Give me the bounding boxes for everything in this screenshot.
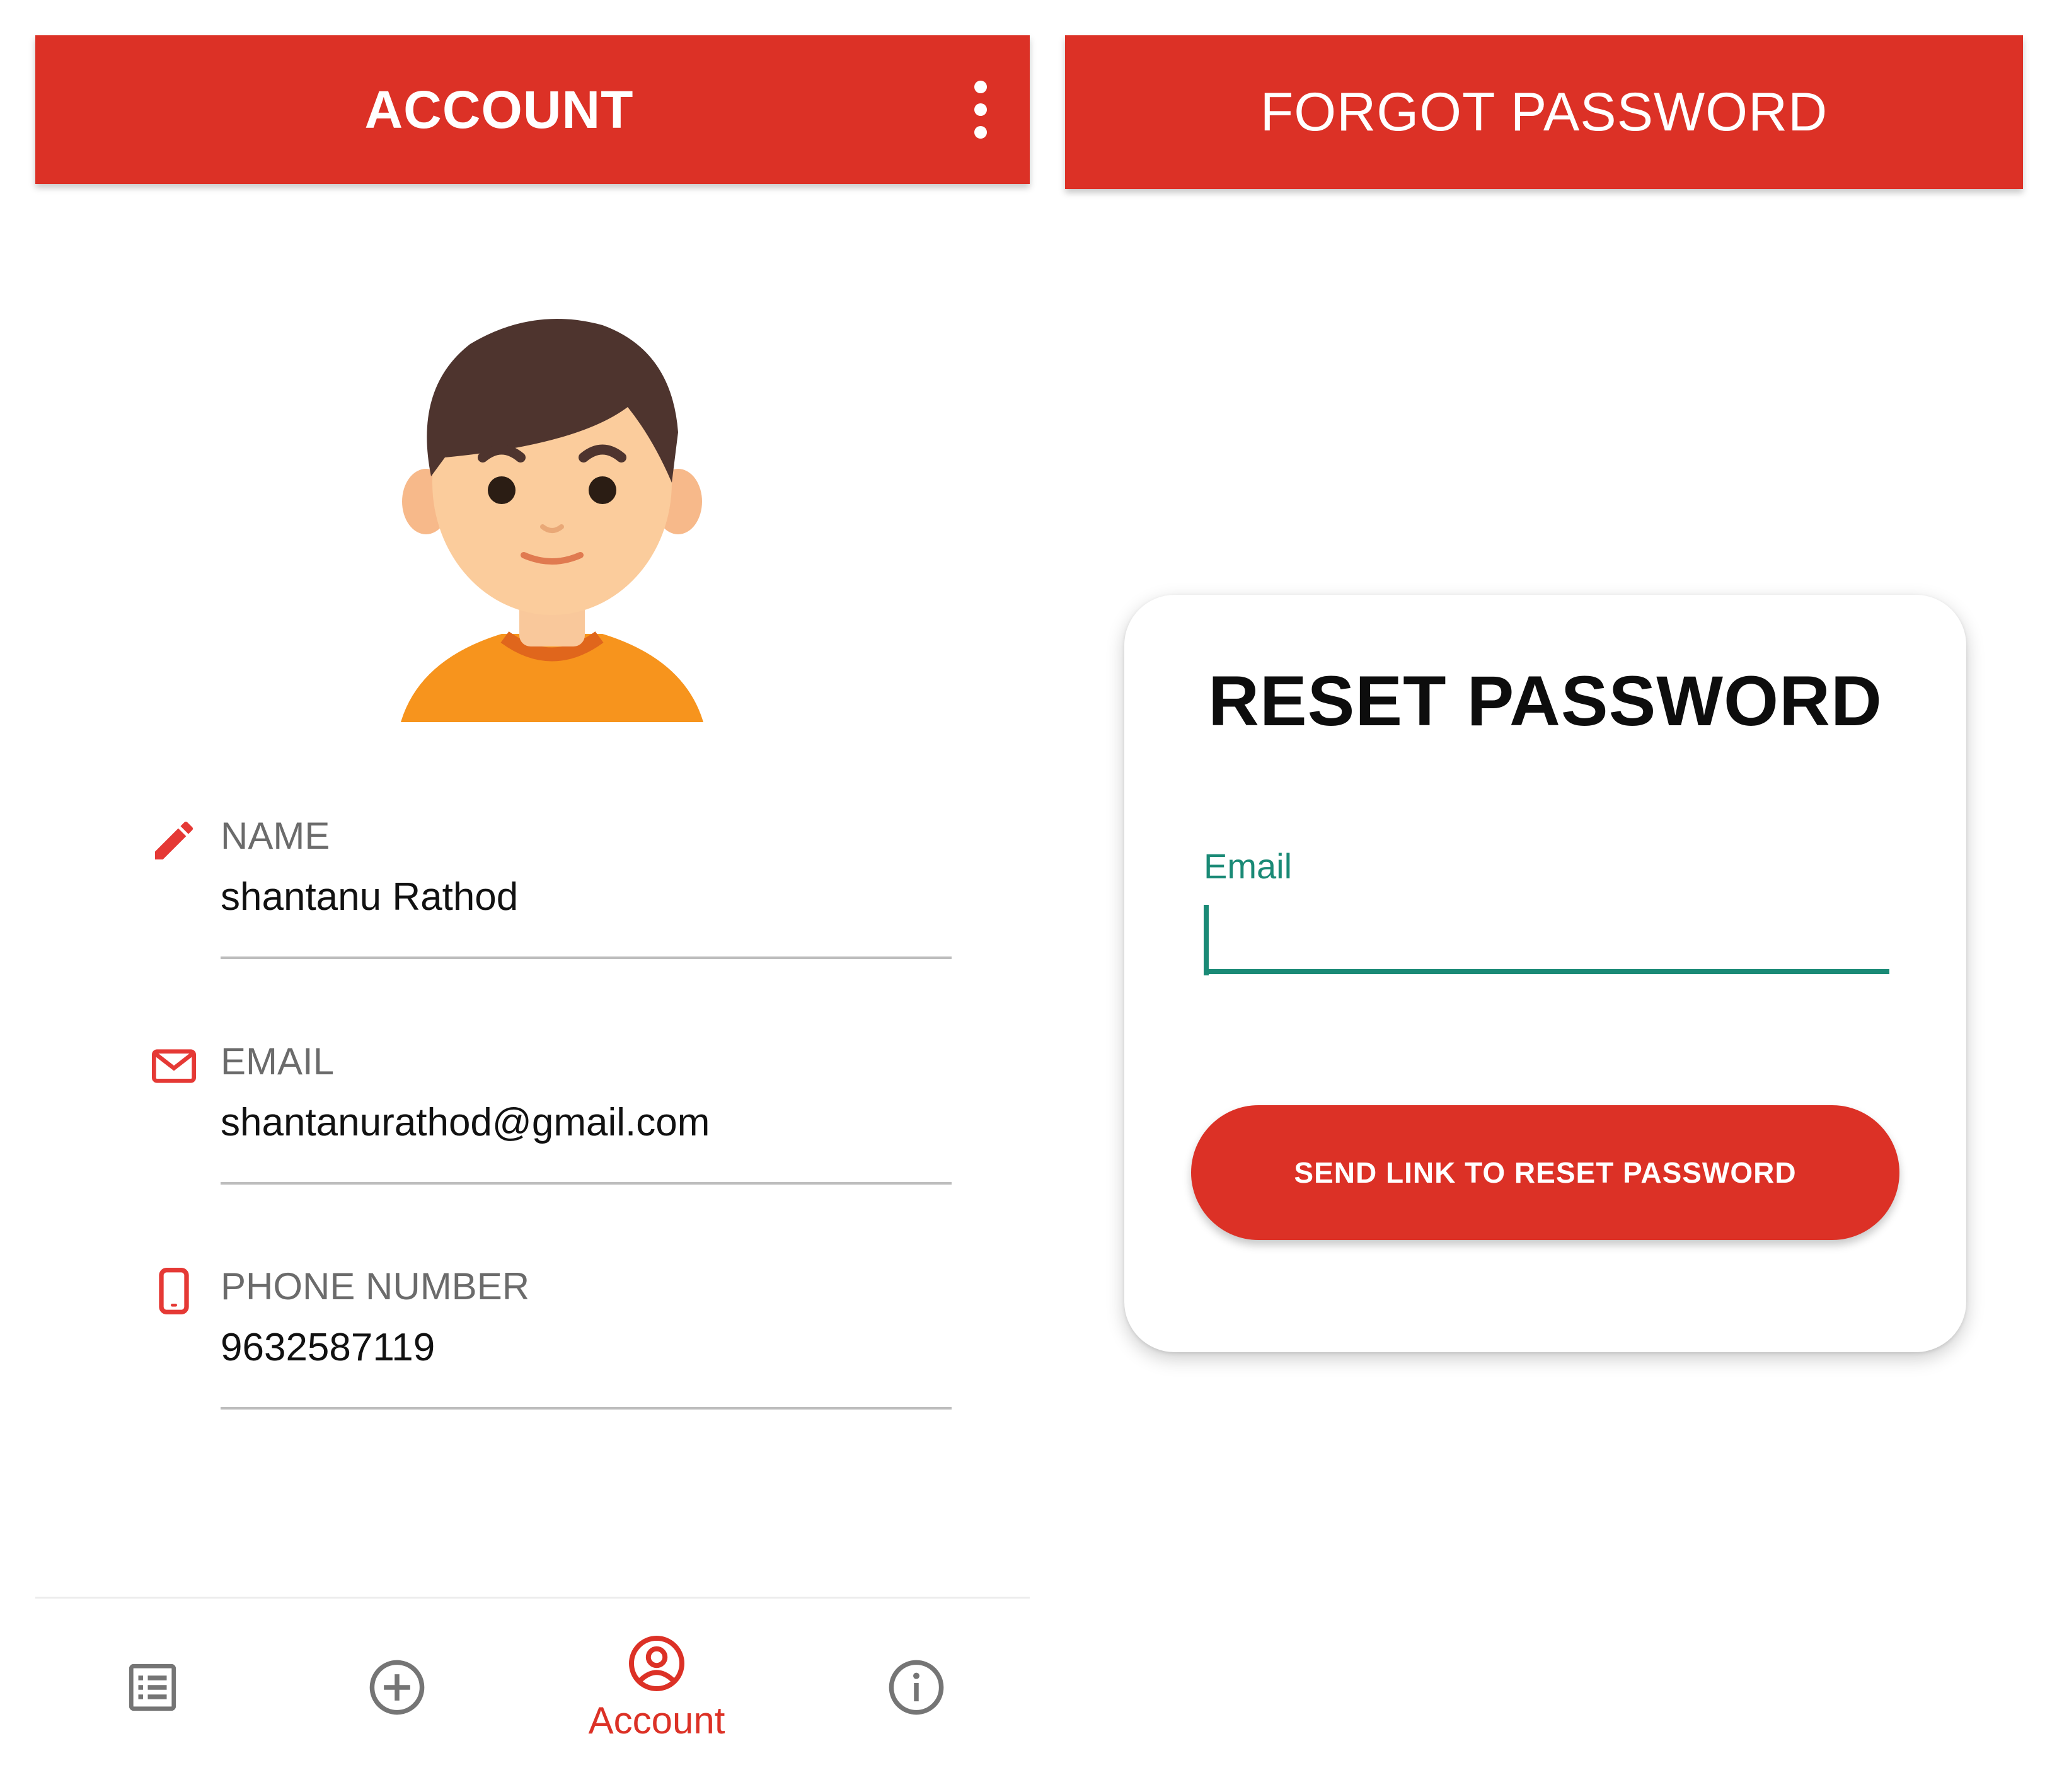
name-value: shantanu Rathod [221,875,519,919]
list-icon [129,1663,176,1711]
divider [221,956,952,959]
card-title: RESET PASSWORD [1208,662,1882,740]
phone-icon [159,1268,189,1314]
account-circle-icon [629,1635,684,1691]
account-app-bar: ACCOUNT [35,35,1030,184]
page-title: ACCOUNT [364,79,634,139]
email-label: EMAIL [221,1040,335,1083]
divider [221,1182,952,1185]
email-field[interactable]: EMAIL shantanurathod@gmail.com [149,1040,987,1186]
nav-item-info[interactable] [822,1599,1011,1776]
name-field[interactable]: NAME shantanu Rathod [149,815,987,960]
nav-item-account-label: Account [588,1699,725,1742]
divider [221,1407,952,1410]
page-title: FORGOT PASSWORD [1260,81,1828,142]
text-cursor [1204,905,1209,975]
account-screen: ACCOUNT NAME shantanu Rathod EMAIL shant… [35,35,1030,1774]
pencil-icon[interactable] [149,815,199,866]
avatar [401,319,703,722]
more-vertical-icon[interactable] [968,81,993,139]
reset-password-card: RESET PASSWORD Email SEND LINK TO RESET … [1124,595,1966,1352]
forgot-password-app-bar: FORGOT PASSWORD [1065,35,2023,189]
info-icon [889,1660,944,1715]
email-input-label: Email [1204,846,1293,886]
send-reset-link-button[interactable]: SEND LINK TO RESET PASSWORD [1191,1105,1899,1240]
nav-item-account[interactable]: Account [562,1599,751,1776]
bottom-navigation: Account [35,1597,1030,1776]
phone-value: 9632587119 [221,1326,435,1369]
add-circle-icon [369,1660,425,1715]
forgot-password-screen: FORGOT PASSWORD RESET PASSWORD Email SEN… [1065,35,2023,1774]
email-value: shantanurathod@gmail.com [221,1101,710,1144]
nav-item-list[interactable] [58,1599,247,1776]
mail-icon [152,1049,196,1083]
email-input[interactable] [1204,902,1889,974]
name-label: NAME [221,815,330,857]
phone-field[interactable]: PHONE NUMBER 9632587119 [149,1265,987,1411]
phone-label: PHONE NUMBER [221,1265,530,1307]
nav-item-add[interactable] [302,1599,492,1776]
